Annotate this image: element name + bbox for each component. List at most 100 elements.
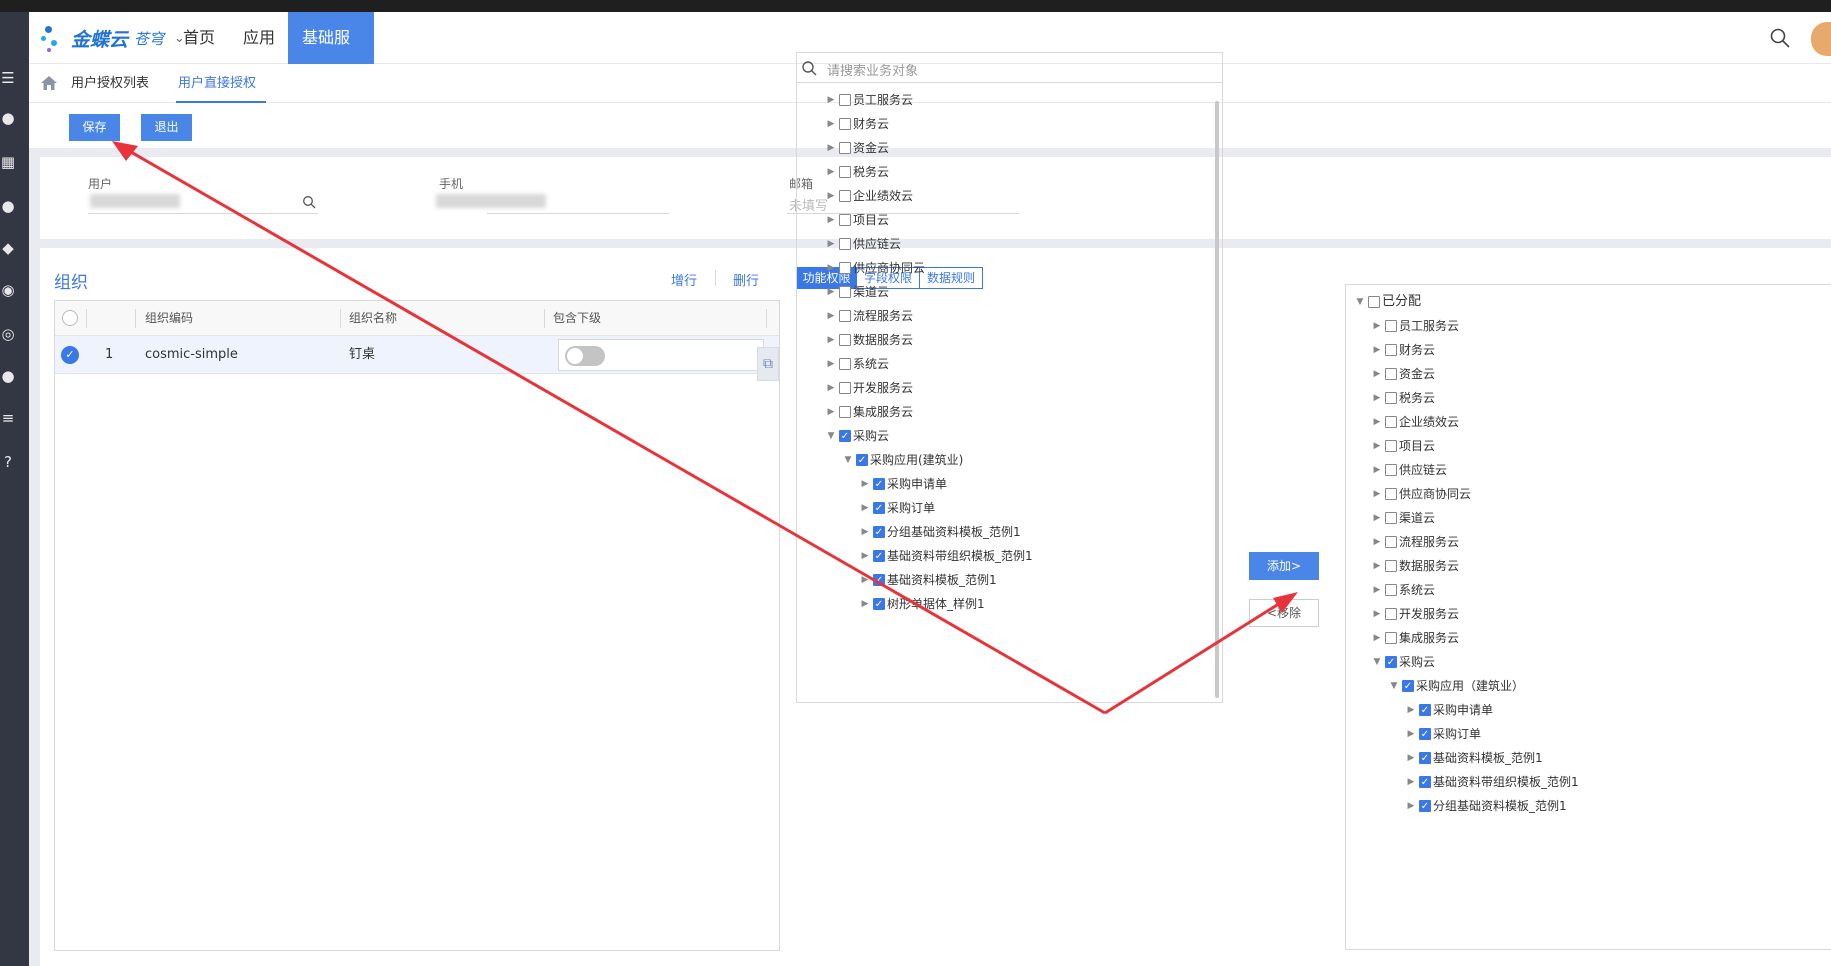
avatar[interactable]: [1811, 22, 1831, 56]
panel-splitter-handle[interactable]: ⧉: [757, 347, 779, 381]
checkbox[interactable]: [1385, 608, 1397, 620]
user-settings-icon[interactable]: ●: [0, 198, 16, 214]
checkbox-checked-icon[interactable]: ✓: [873, 478, 885, 490]
collapsed-arrow-icon[interactable]: ▶: [825, 306, 837, 326]
nav-base-services[interactable]: 基础服务: [288, 12, 374, 99]
collapsed-arrow-icon[interactable]: ▶: [825, 210, 837, 230]
collapsed-arrow-icon[interactable]: ▶: [859, 570, 871, 590]
collapsed-arrow-icon[interactable]: ▶: [1371, 604, 1383, 624]
checkbox[interactable]: [1385, 512, 1397, 524]
list-icon[interactable]: ≡: [0, 410, 16, 426]
checkbox[interactable]: [839, 94, 851, 106]
checkbox-checked-icon[interactable]: ✓: [1402, 680, 1414, 692]
collapsed-arrow-icon[interactable]: ▶: [1371, 508, 1383, 528]
checkbox[interactable]: [839, 358, 851, 370]
checkbox[interactable]: [839, 190, 851, 202]
checkbox[interactable]: [1385, 320, 1397, 332]
search-icon[interactable]: [1769, 27, 1791, 49]
globe-icon[interactable]: ◎: [0, 326, 16, 342]
checkbox[interactable]: [839, 382, 851, 394]
shield-icon[interactable]: ◆: [0, 240, 16, 256]
compass-icon[interactable]: ◉: [0, 282, 16, 298]
collapsed-arrow-icon[interactable]: ▶: [1371, 316, 1383, 336]
checkbox-checked-icon[interactable]: ✓: [1419, 704, 1431, 716]
checkbox-checked-icon[interactable]: ✓: [1419, 728, 1431, 740]
checkbox-checked-icon[interactable]: ✓: [873, 598, 885, 610]
add-row-button[interactable]: 增行: [671, 270, 697, 289]
checkbox[interactable]: [839, 142, 851, 154]
collapsed-arrow-icon[interactable]: ▶: [1371, 484, 1383, 504]
collapsed-arrow-icon[interactable]: ▶: [1371, 580, 1383, 600]
checkbox[interactable]: [839, 334, 851, 346]
collapsed-arrow-icon[interactable]: ▶: [1371, 532, 1383, 552]
person-icon[interactable]: ●: [0, 368, 16, 384]
collapsed-arrow-icon[interactable]: ▶: [859, 474, 871, 494]
checkbox-checked-icon[interactable]: ✓: [1419, 776, 1431, 788]
help-icon[interactable]: ?: [0, 454, 16, 470]
checkbox-checked-icon[interactable]: ✓: [873, 526, 885, 538]
nav-home[interactable]: 首页: [169, 12, 229, 64]
checkbox-checked-icon[interactable]: ✓: [873, 550, 885, 562]
user-field[interactable]: [88, 213, 318, 214]
tree-scrollbar[interactable]: [1215, 101, 1219, 698]
checkbox[interactable]: [839, 238, 851, 250]
checkbox-checked-icon[interactable]: ✓: [839, 430, 851, 442]
org-chart-icon[interactable]: ▦: [0, 154, 16, 170]
checkbox[interactable]: [1385, 344, 1397, 356]
user-icon[interactable]: ●: [0, 110, 16, 126]
collapsed-arrow-icon[interactable]: ▶: [825, 186, 837, 206]
collapsed-arrow-icon[interactable]: ▶: [1371, 460, 1383, 480]
checkbox[interactable]: [1385, 488, 1397, 500]
collapsed-arrow-icon[interactable]: ▶: [1371, 340, 1383, 360]
checkbox[interactable]: [1385, 560, 1397, 572]
checkbox-checked-icon[interactable]: ✓: [1419, 752, 1431, 764]
collapsed-arrow-icon[interactable]: ▶: [1405, 772, 1417, 792]
expanded-arrow-icon[interactable]: ▼: [1388, 676, 1400, 696]
checkbox[interactable]: [839, 310, 851, 322]
add-button[interactable]: 添加>: [1249, 552, 1319, 580]
collapsed-arrow-icon[interactable]: ▶: [825, 402, 837, 422]
checkbox-checked-icon[interactable]: ✓: [1419, 800, 1431, 812]
collapsed-arrow-icon[interactable]: ▶: [1371, 388, 1383, 408]
checkbox[interactable]: [1385, 416, 1397, 428]
collapsed-arrow-icon[interactable]: ▶: [1405, 748, 1417, 768]
select-all-radio[interactable]: [62, 310, 78, 326]
collapsed-arrow-icon[interactable]: ▶: [825, 114, 837, 134]
expanded-arrow-icon[interactable]: ▼: [1354, 292, 1366, 312]
checkbox[interactable]: [1385, 536, 1397, 548]
remove-button[interactable]: <移除: [1249, 599, 1319, 627]
collapsed-arrow-icon[interactable]: ▶: [825, 258, 837, 278]
checkbox-checked-icon[interactable]: ✓: [856, 454, 868, 466]
collapsed-arrow-icon[interactable]: ▶: [859, 498, 871, 518]
save-button[interactable]: 保存: [69, 114, 120, 141]
collapsed-arrow-icon[interactable]: ▶: [825, 234, 837, 254]
checkbox-checked-icon[interactable]: ✓: [873, 574, 885, 586]
menu-icon[interactable]: ☰: [0, 70, 16, 86]
checkbox[interactable]: [1385, 392, 1397, 404]
expanded-arrow-icon[interactable]: ▼: [825, 426, 837, 446]
include-sub-toggle[interactable]: [565, 346, 605, 366]
collapsed-arrow-icon[interactable]: ▶: [1371, 436, 1383, 456]
expanded-arrow-icon[interactable]: ▼: [1371, 652, 1383, 672]
collapsed-arrow-icon[interactable]: ▶: [825, 378, 837, 398]
delete-row-button[interactable]: 删行: [733, 270, 759, 289]
collapsed-arrow-icon[interactable]: ▶: [825, 162, 837, 182]
checkbox[interactable]: [1385, 368, 1397, 380]
collapsed-arrow-icon[interactable]: ▶: [825, 282, 837, 302]
checkbox[interactable]: [1368, 296, 1380, 308]
collapsed-arrow-icon[interactable]: ▶: [1371, 556, 1383, 576]
checkbox[interactable]: [1385, 440, 1397, 452]
search-icon[interactable]: [302, 195, 316, 209]
collapsed-arrow-icon[interactable]: ▶: [825, 354, 837, 374]
checkbox[interactable]: [839, 406, 851, 418]
collapsed-arrow-icon[interactable]: ▶: [1371, 412, 1383, 432]
collapsed-arrow-icon[interactable]: ▶: [825, 138, 837, 158]
collapsed-arrow-icon[interactable]: ▶: [1405, 700, 1417, 720]
checkbox[interactable]: [839, 166, 851, 178]
collapsed-arrow-icon[interactable]: ▶: [859, 594, 871, 614]
home-icon[interactable]: [40, 74, 58, 92]
checkbox[interactable]: [1385, 632, 1397, 644]
tree-search-bar[interactable]: 请搜索业务对象: [797, 53, 1222, 83]
checkbox[interactable]: [839, 118, 851, 130]
checkbox-checked-icon[interactable]: ✓: [1385, 656, 1397, 668]
